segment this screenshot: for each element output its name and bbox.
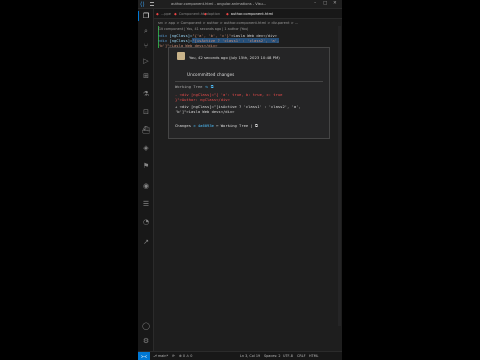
editor-scrollbar[interactable]: [338, 26, 341, 326]
editor-tabs: ◆ ...ppe ◆ Component.html ◆ option ◆ author.…: [154, 9, 342, 19]
minimize-button[interactable]: –: [314, 1, 316, 6]
explorer-icon[interactable]: ❐: [141, 11, 151, 21]
divider: [175, 81, 323, 82]
codelens[interactable]: Git component | You, 41 seconds ago | 1 …: [158, 27, 248, 31]
tab-ppe[interactable]: ◆ ...ppe: [156, 10, 171, 19]
tab-author-component[interactable]: ◆ author.component.html: [226, 10, 273, 19]
accounts-icon[interactable]: ◯: [141, 321, 151, 331]
breadcrumb[interactable]: src > app > Component > author > author.…: [158, 21, 298, 25]
menu-icon[interactable]: [150, 2, 154, 6]
indentation-status[interactable]: Spaces: 2: [264, 352, 280, 360]
tab-option[interactable]: ◆ option: [204, 10, 220, 19]
diff-removed-line-2: }">Author: ngClass</div>: [175, 97, 230, 102]
language-mode[interactable]: HTML: [309, 352, 318, 360]
extensions-icon[interactable]: ⊞: [141, 71, 151, 81]
copy-icon[interactable]: ⧉: [211, 84, 214, 89]
encoding-status[interactable]: UTF-8: [283, 352, 293, 360]
problems-status[interactable]: ⊗ 0 ⚠ 0: [179, 352, 192, 360]
git-blame-hover: You, 42 seconds ago (July 15th, 2023 10:…: [168, 47, 330, 139]
vscode-window: ⟨⟩ author.component.html - angular-anima…: [138, 0, 342, 360]
cursor-position[interactable]: Ln 3, Col 19: [240, 352, 260, 360]
search-icon[interactable]: ⌕: [141, 26, 151, 36]
changes-link[interactable]: Changes ◇ 4a6093e ↔ Working Tree | ⧉: [175, 123, 258, 128]
bookmarks-icon[interactable]: ⚑: [141, 161, 151, 171]
branch-status[interactable]: ⎇ main*: [153, 352, 168, 360]
git-lens-icon[interactable]: ◈: [141, 143, 151, 153]
html-file-icon: ◆: [156, 12, 159, 16]
todo-icon[interactable]: ☰: [141, 199, 151, 209]
maximize-button[interactable]: □: [323, 1, 327, 6]
github-icon[interactable]: ◉: [141, 181, 151, 191]
uncommitted-label: Uncommitted changes: [187, 72, 235, 77]
live-share-icon[interactable]: ↗: [141, 237, 151, 247]
activity-bar: ❐ ⌕ ⑂ ▷ ⊞ ⚗ ⊡ ⛴ ◈ ⚑ ◉ ☰ ◔ ↗ ◯ ⚙: [138, 9, 154, 351]
settings-gear-icon[interactable]: ⚙: [141, 336, 151, 346]
avatar: [177, 52, 185, 60]
timeline-icon[interactable]: ◔: [141, 217, 151, 227]
sync-icon[interactable]: ⟳: [172, 352, 175, 360]
source-control-icon[interactable]: ⑂: [141, 41, 151, 51]
testing-icon[interactable]: ⚗: [141, 89, 151, 99]
commit-hash-link[interactable]: ◇ 4a6093e: [193, 123, 214, 128]
html-file-icon: ◆: [226, 12, 229, 16]
html-file-icon: ◆: [204, 12, 207, 16]
docker-icon[interactable]: ⛴: [141, 125, 151, 135]
open-changes-icon[interactable]: ⇆: [205, 84, 207, 89]
remote-explorer-icon[interactable]: ⊡: [141, 107, 151, 117]
run-debug-icon[interactable]: ▷: [141, 56, 151, 66]
window-title: author.component.html - angular-animatio…: [171, 2, 267, 6]
close-button[interactable]: ✕: [333, 1, 337, 6]
title-bar: ⟨⟩ author.component.html - angular-anima…: [138, 0, 342, 9]
html-file-icon: ◆: [174, 12, 177, 16]
blame-author: You, 42 seconds ago (July 15th, 2023 10:…: [189, 55, 280, 60]
eol-status[interactable]: CRLF: [297, 352, 306, 360]
code-editor[interactable]: Git component | You, 41 seconds ago | 1 …: [154, 26, 338, 48]
diff-added-line-2: 'b']">Lasla Web devs</div>: [175, 109, 235, 114]
working-tree-header: Working Tree ⇆ ⧉: [175, 84, 214, 89]
remote-indicator[interactable]: ><: [138, 352, 150, 360]
active-indicator: [138, 11, 139, 21]
vscode-logo-icon: ⟨⟩: [140, 1, 145, 8]
status-bar: >< ⎇ main* ⟳ ⊗ 0 ⚠ 0 Ln 3, Col 19 Spaces…: [138, 351, 342, 360]
